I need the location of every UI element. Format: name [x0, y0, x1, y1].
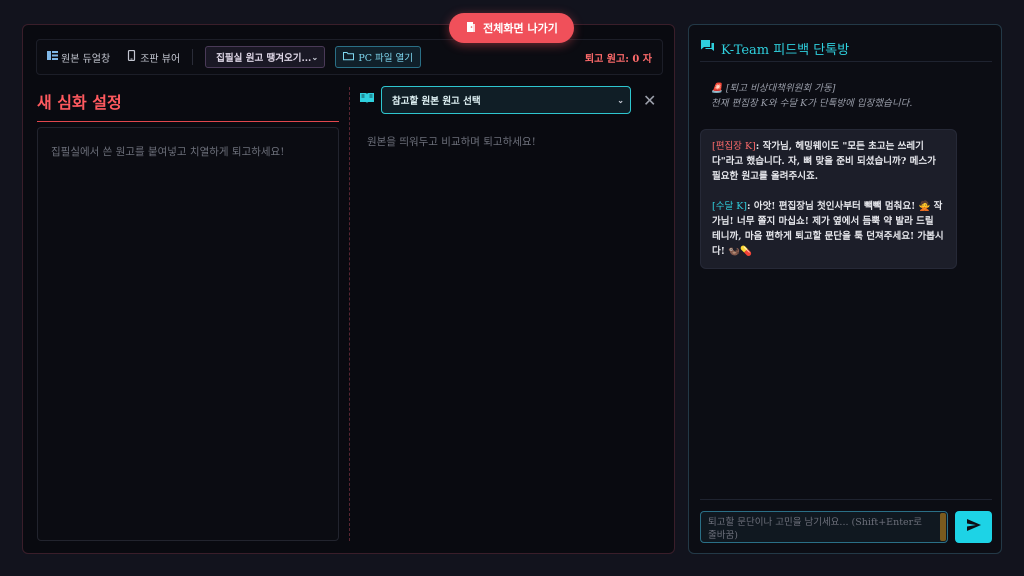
folder-icon — [343, 50, 355, 64]
system-message-line: 천재 편집장 K와 수달 K가 단톡방에 입장했습니다. — [711, 98, 913, 109]
chat-input-placeholder: 퇴고할 문단이나 고민을 남기세요... (Shift+Enter로 줄바꿈) — [708, 517, 922, 541]
feedback-chat-panel: K-Team 피드백 단톡방 🚨 [퇴고 비상대책위원회 가동] 천재 편집장 … — [688, 24, 1002, 554]
dual-view-label: 원본 듀얼창 — [61, 53, 111, 65]
load-draft-value: 집필실 원고 땡겨오기... — [216, 53, 312, 64]
send-icon — [966, 517, 982, 537]
door-exit-icon — [465, 21, 477, 36]
chevron-down-icon: ⌄ — [311, 52, 319, 62]
draft-editor-placeholder: 집필실에서 쓴 원고를 붙여넣고 치열하게 퇴고하세요! — [51, 146, 285, 158]
phone-icon — [126, 49, 137, 64]
editor-toolbar: 원본 듀얼창 조판 뷰어 집필실 원고 땡겨오기... ⌄ PC 파일 열기 퇴… — [36, 39, 663, 75]
reference-placeholder: 원본을 띄워두고 비교하며 퇴고하세요! — [367, 136, 536, 148]
speaker-editor: [편집장 K] — [712, 141, 756, 152]
draft-editor[interactable]: 집필실에서 쓴 원고를 붙여넣고 치열하게 퇴고하세요! — [37, 127, 339, 541]
reference-draft-select[interactable]: 참고할 원본 원고 선택 ⌄ — [381, 86, 631, 114]
open-pc-file-button[interactable]: PC 파일 열기 — [335, 46, 422, 68]
system-message-line: 🚨 [퇴고 비상대책위원회 가동] — [711, 83, 836, 94]
chat-divider — [700, 499, 992, 500]
editor-title: 새 심화 설정 — [37, 89, 339, 122]
dual-view-button[interactable]: 원본 듀얼창 — [47, 50, 110, 65]
chevron-down-icon: ⌄ — [617, 95, 624, 105]
chat-message: [수달 K]: 아앗! 편집장님 첫인사부터 빽빽 멈춰요! 🙅 작가님! 너무… — [712, 199, 945, 259]
chat-message: [편집장 K]: 작가님, 헤밍웨이도 "모든 초고는 쓰레기다"라고 했습니다… — [712, 139, 945, 184]
load-draft-select[interactable]: 집필실 원고 땡겨오기... ⌄ — [205, 46, 326, 68]
layout-viewer-button[interactable]: 조판 뷰어 — [126, 49, 181, 65]
open-pc-file-label: PC 파일 열기 — [358, 53, 413, 64]
exit-fullscreen-label: 전체화면 나가기 — [483, 22, 558, 35]
scrollbar-thumb[interactable] — [940, 513, 946, 541]
editor-panel: 원본 듀얼창 조판 뷰어 집필실 원고 땡겨오기... ⌄ PC 파일 열기 퇴… — [22, 24, 675, 554]
panel-divider — [349, 87, 350, 541]
chat-header: K-Team 피드백 단톡방 — [700, 36, 992, 62]
columns-icon — [47, 50, 58, 64]
exit-fullscreen-button[interactable]: 전체화면 나가기 — [449, 13, 574, 43]
send-button[interactable] — [955, 511, 992, 543]
chat-input[interactable]: 퇴고할 문단이나 고민을 남기세요... (Shift+Enter로 줄바꿈) — [700, 511, 948, 543]
chat-message-bubble: [편집장 K]: 작가님, 헤밍웨이도 "모든 초고는 쓰레기다"라고 했습니다… — [700, 129, 957, 269]
system-message: 🚨 [퇴고 비상대책위원회 가동] 천재 편집장 K와 수달 K가 단톡방에 입… — [711, 81, 981, 111]
char-count: 퇴고 원고: 0 자 — [584, 53, 652, 65]
message-text: : 아앗! 편집장님 첫인사부터 빽빽 멈춰요! 🙅 작가님! 너무 쫄지 마십… — [712, 201, 944, 257]
speaker-otter: [수달 K] — [712, 201, 748, 212]
close-icon[interactable]: ✕ — [643, 91, 656, 110]
chat-bubbles-icon — [700, 39, 715, 58]
reference-draft-value: 참고할 원본 원고 선택 — [392, 96, 481, 107]
toolbar-divider — [192, 49, 194, 65]
layout-viewer-label: 조판 뷰어 — [140, 53, 181, 65]
book-icon — [359, 90, 375, 110]
chat-title: K-Team 피드백 단톡방 — [721, 43, 850, 58]
reference-header: 참고할 원본 원고 선택 ⌄ ✕ — [359, 86, 664, 114]
